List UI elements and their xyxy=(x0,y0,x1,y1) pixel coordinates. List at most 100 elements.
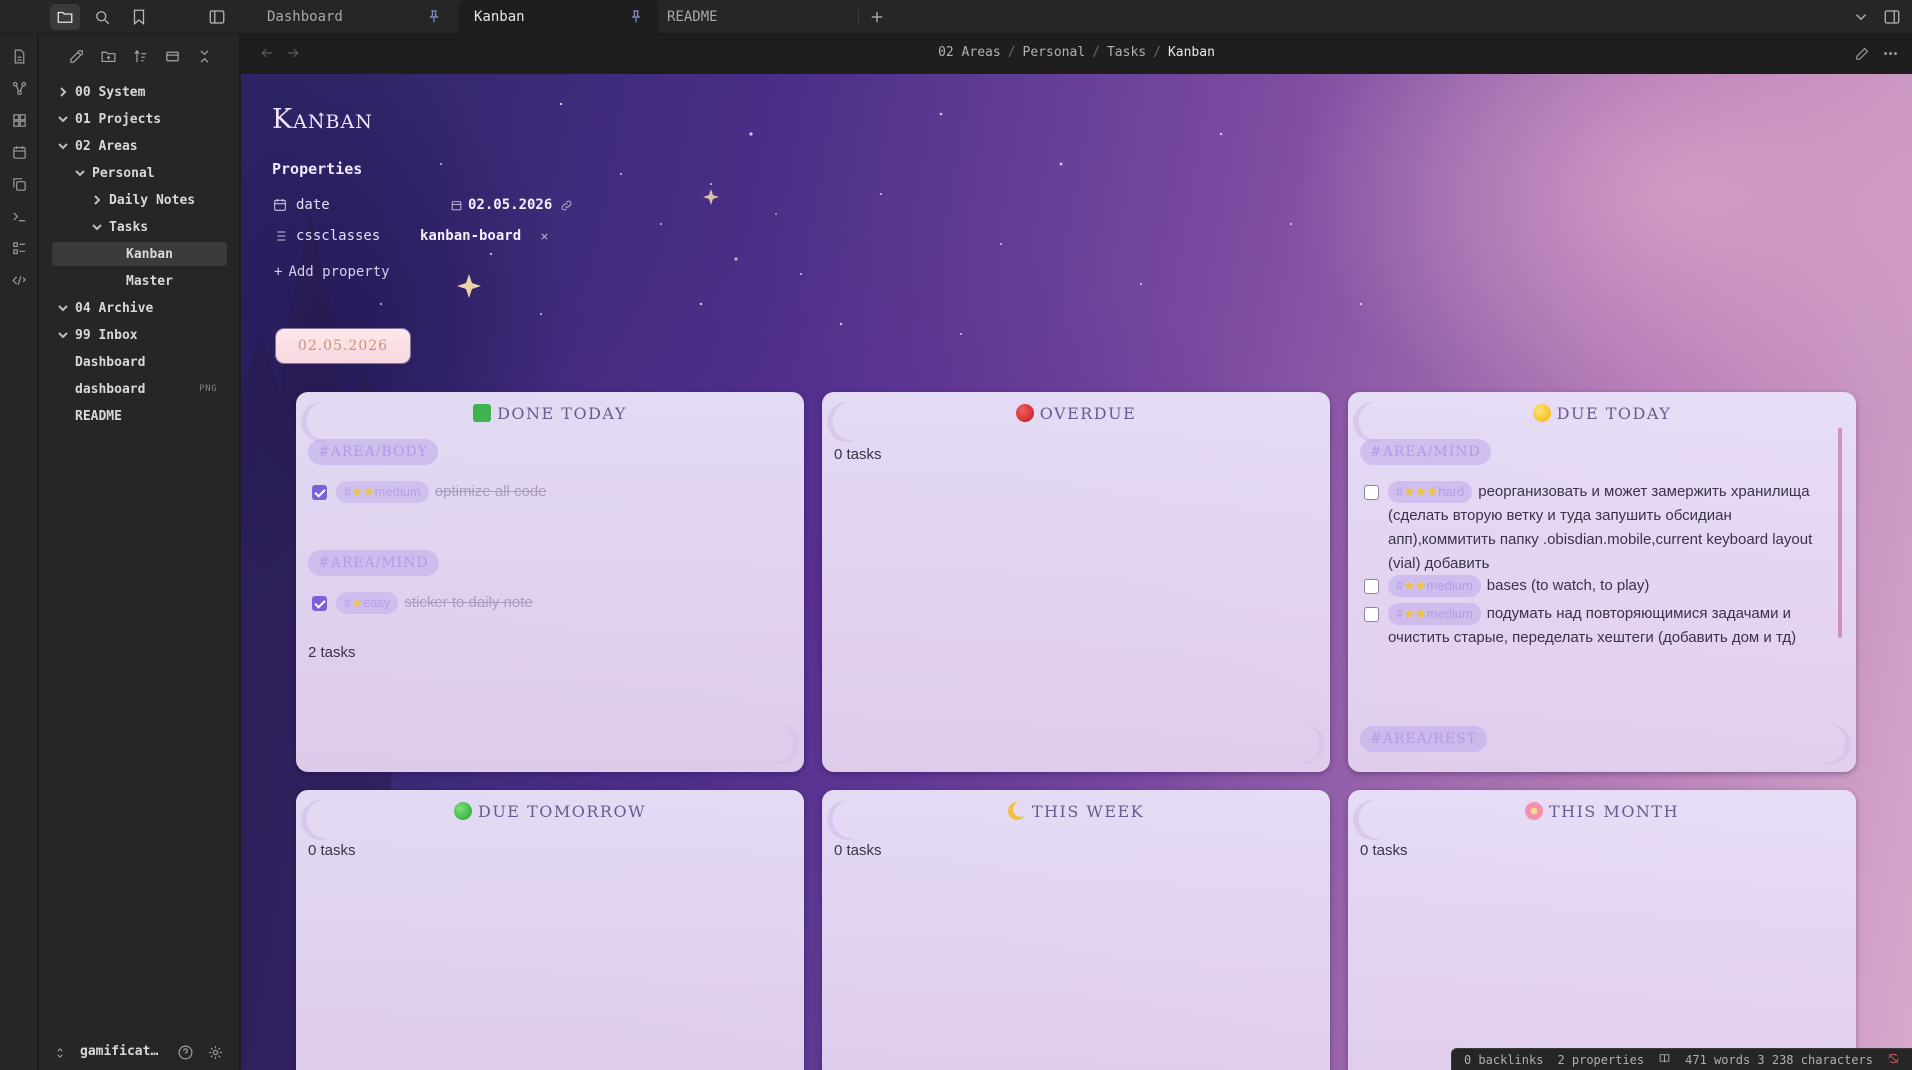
chevron-right-icon[interactable] xyxy=(57,86,69,98)
chevron-up-down-icon[interactable] xyxy=(53,1045,67,1059)
sync-error-icon[interactable] xyxy=(1887,1052,1900,1068)
view-header: 02 Areas / Personal / Tasks / Kanban xyxy=(241,34,1912,74)
tree-folder-daily-notes[interactable]: Daily Notes xyxy=(52,188,227,212)
new-note-icon[interactable] xyxy=(65,45,87,67)
tree-file-kanban[interactable]: Kanban xyxy=(52,242,227,266)
sidebar-toggle-icon[interactable] xyxy=(202,4,232,30)
breadcrumb-item[interactable]: 02 Areas xyxy=(938,45,1001,60)
difficulty-tag[interactable]: #★easy xyxy=(336,592,399,614)
breadcrumb-separator: / xyxy=(1153,45,1161,60)
column-title: This week xyxy=(822,802,1330,821)
chevron-down-icon[interactable] xyxy=(91,221,103,233)
properties-count[interactable]: 2 properties xyxy=(1557,1053,1644,1067)
help-icon[interactable] xyxy=(177,1044,195,1062)
tree-folder-01-projects[interactable]: 01 Projects xyxy=(52,107,227,131)
gear-icon[interactable] xyxy=(207,1044,225,1062)
pin-icon[interactable] xyxy=(628,9,644,25)
chevron-down-icon[interactable] xyxy=(57,302,69,314)
more-options-icon[interactable] xyxy=(1882,45,1900,63)
task-checkbox[interactable] xyxy=(312,596,327,611)
red-circle-icon xyxy=(1015,404,1034,422)
property-value[interactable]: 02.05.2026 xyxy=(468,197,552,213)
difficulty-tag[interactable]: #★★medium xyxy=(1388,603,1481,625)
edit-pencil-icon[interactable] xyxy=(1854,45,1872,63)
graph-icon[interactable] xyxy=(7,76,31,100)
tree-folder-00-system[interactable]: 00 System xyxy=(52,80,227,104)
property-value[interactable]: kanban-board xyxy=(420,228,521,244)
task-checkbox[interactable] xyxy=(1364,607,1379,622)
kanban-column-due-tomorrow: Due tomorrow 0 tasks xyxy=(296,790,804,1070)
backlinks-count[interactable]: 0 backlinks xyxy=(1464,1053,1543,1067)
tab-readme[interactable]: README xyxy=(651,0,851,34)
tree-folder-04-archive[interactable]: 04 Archive xyxy=(52,296,227,320)
area-tag[interactable]: #AREA/MIND xyxy=(308,550,439,576)
properties-heading[interactable]: Properties xyxy=(272,160,362,178)
tree-folder-personal[interactable]: Personal xyxy=(52,161,227,185)
difficulty-tag[interactable]: #★★medium xyxy=(1388,575,1481,597)
task-count: 0 tasks xyxy=(308,842,356,859)
terminal-icon[interactable] xyxy=(7,204,31,228)
area-tag[interactable]: #AREA/BODY xyxy=(308,439,438,465)
grid-icon[interactable] xyxy=(7,108,31,132)
folder-icon[interactable] xyxy=(50,4,80,30)
task-checkbox[interactable] xyxy=(1364,485,1379,500)
new-folder-icon[interactable] xyxy=(97,45,119,67)
tree-file-master[interactable]: Master xyxy=(52,269,227,293)
tree-file-dashboard-png[interactable]: dashboard PNG xyxy=(52,377,227,401)
area-tag[interactable]: #AREA/REST xyxy=(1360,726,1488,752)
scrollbar[interactable] xyxy=(1838,428,1842,638)
list-icon[interactable] xyxy=(7,236,31,260)
tree-label: 04 Archive xyxy=(75,300,154,316)
kanban-column-this-week: This week 0 tasks xyxy=(822,790,1330,1070)
tab-kanban[interactable]: Kanban xyxy=(458,0,658,34)
tree-file-readme[interactable]: README xyxy=(52,404,227,428)
link-icon[interactable] xyxy=(560,199,573,212)
calendar-icon[interactable] xyxy=(7,140,31,164)
template-icon[interactable] xyxy=(7,268,31,292)
vault-switcher[interactable]: gamificat… xyxy=(39,1034,240,1070)
chevron-down-icon[interactable] xyxy=(57,113,69,125)
chevron-down-icon[interactable] xyxy=(57,329,69,341)
property-key[interactable]: date xyxy=(296,197,330,213)
chevron-down-icon[interactable] xyxy=(1846,4,1876,30)
task-item: #★★medium bases (to watch, to play) xyxy=(1364,574,1830,598)
calendar-small-icon xyxy=(450,199,463,212)
chevron-down-icon[interactable] xyxy=(57,140,69,152)
tree-folder-tasks[interactable]: Tasks xyxy=(52,215,227,239)
add-property-button[interactable]: + Add property xyxy=(274,264,390,280)
book-icon[interactable] xyxy=(1658,1052,1671,1068)
bookmark-icon[interactable] xyxy=(124,4,154,30)
auto-reveal-icon[interactable] xyxy=(161,45,183,67)
difficulty-tag[interactable]: #★★medium xyxy=(336,481,429,503)
tab-dashboard[interactable]: Dashboard xyxy=(251,0,456,34)
collapse-all-icon[interactable] xyxy=(193,45,215,67)
area-tag[interactable]: #AREA/MIND xyxy=(1360,439,1491,465)
chevron-right-icon[interactable] xyxy=(91,194,103,206)
tree-folder-99-inbox[interactable]: 99 Inbox xyxy=(52,323,227,347)
tree-folder-02-areas[interactable]: 02 Areas xyxy=(52,134,227,158)
breadcrumb-item[interactable]: Tasks xyxy=(1107,45,1146,60)
property-row-cssclasses[interactable]: cssclasses kanban-board xyxy=(272,225,872,249)
property-key[interactable]: cssclasses xyxy=(296,228,380,244)
search-icon[interactable] xyxy=(87,4,117,30)
right-sidebar-toggle-icon[interactable] xyxy=(1877,4,1907,30)
task-checkbox[interactable] xyxy=(312,485,327,500)
task-text: sticker to daily note xyxy=(404,594,533,611)
task-count: 0 tasks xyxy=(834,842,882,859)
property-row-date[interactable]: date 02.05.2026 xyxy=(272,194,872,218)
difficulty-tag[interactable]: #★★★hard xyxy=(1388,481,1473,503)
task-checkbox[interactable] xyxy=(1364,579,1379,594)
breadcrumb-current[interactable]: Kanban xyxy=(1168,45,1215,60)
new-tab-icon[interactable] xyxy=(862,4,892,30)
breadcrumb-item[interactable]: Personal xyxy=(1023,45,1086,60)
tree-file-dashboard[interactable]: Dashboard xyxy=(52,350,227,374)
file-icon[interactable] xyxy=(7,44,31,68)
close-icon[interactable] xyxy=(538,230,551,243)
tree-label: README xyxy=(75,408,122,424)
tree-label: 02 Areas xyxy=(75,138,138,154)
difficulty-label: medium xyxy=(374,484,421,499)
chevron-down-icon[interactable] xyxy=(74,167,86,179)
pin-icon[interactable] xyxy=(426,9,442,25)
sort-icon[interactable] xyxy=(129,45,151,67)
copy-icon[interactable] xyxy=(7,172,31,196)
